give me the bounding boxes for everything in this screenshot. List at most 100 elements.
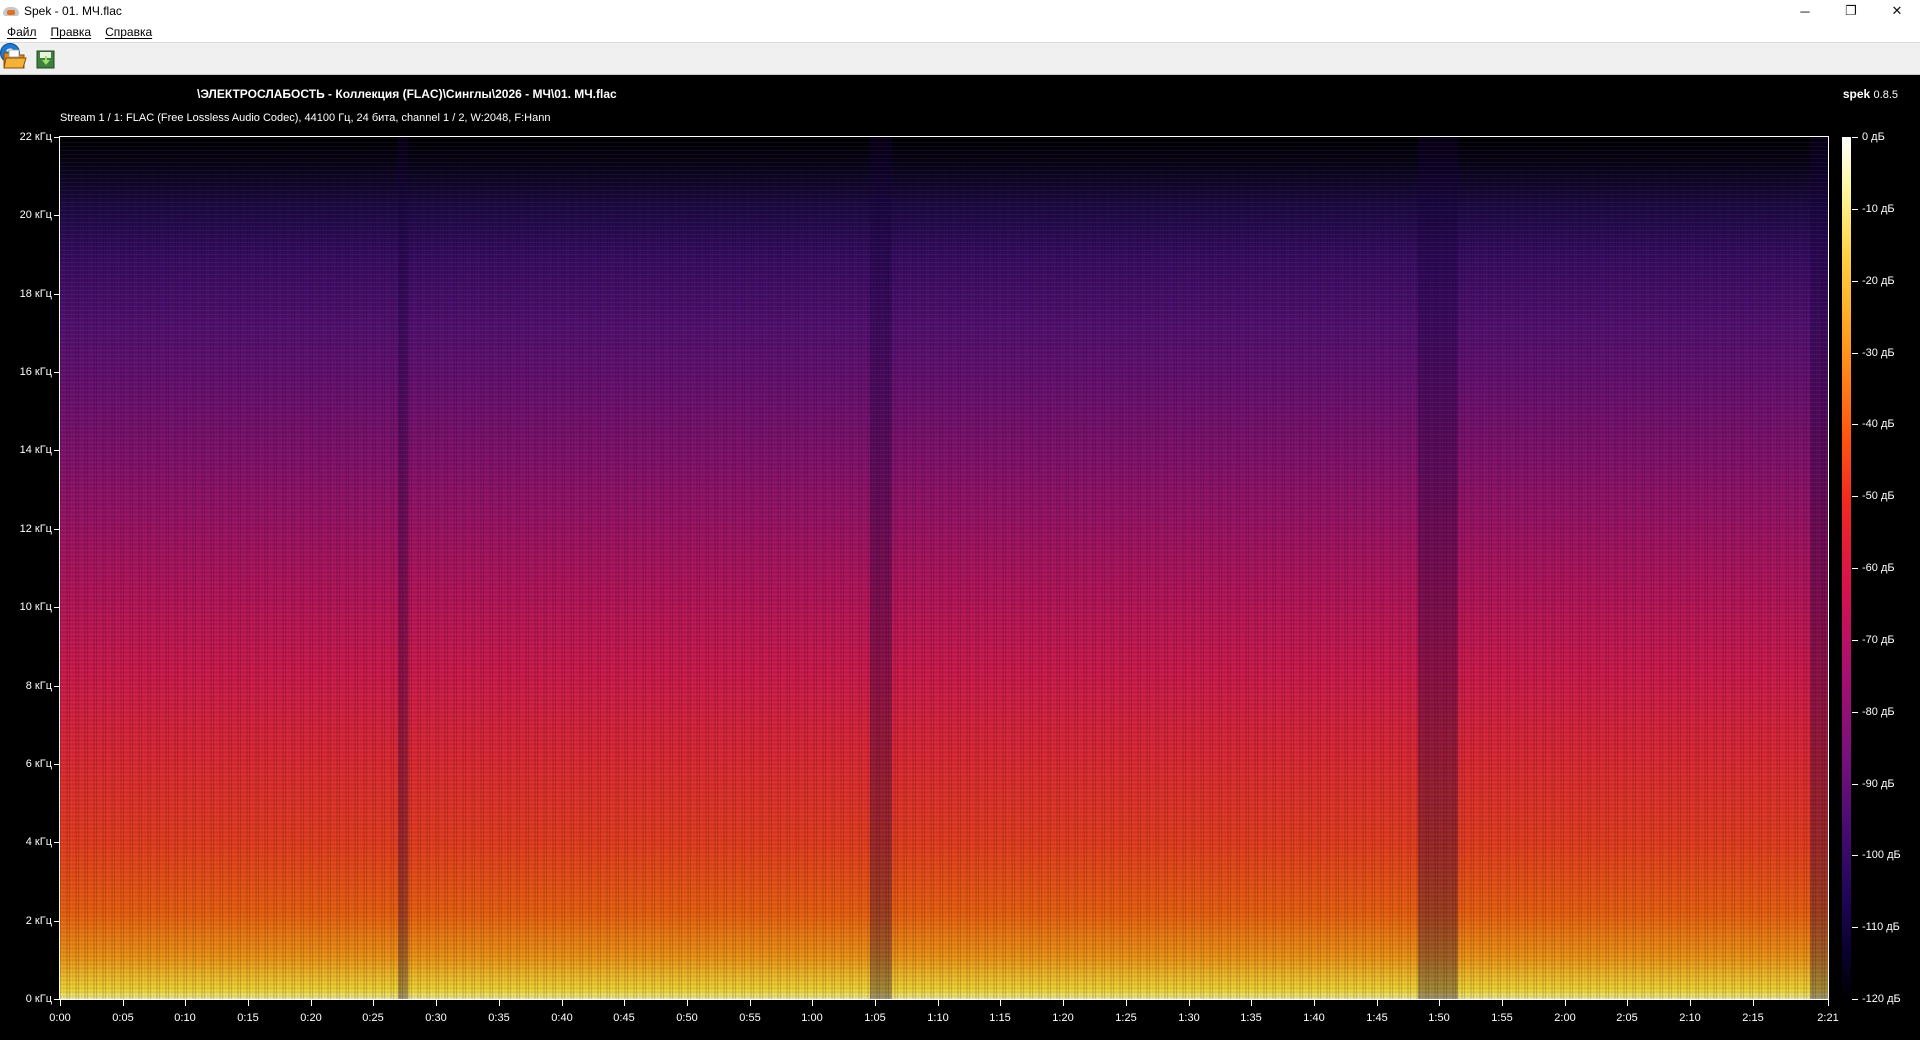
freq-tick [54,450,60,451]
time-tick [750,1000,751,1006]
db-tick [1852,784,1858,785]
close-button[interactable]: ✕ [1874,0,1920,22]
time-tick-label: 2:10 [1679,1012,1701,1024]
freq-tick [54,529,60,530]
time-tick [123,1000,124,1006]
time-tick-label: 0:35 [488,1012,510,1024]
time-tick [1690,1000,1691,1006]
time-tick [1063,1000,1064,1006]
db-tick-label: -90 дБ [1862,777,1895,790]
time-tick-label: 0:30 [425,1012,447,1024]
time-tick [499,1000,500,1006]
time-tick-label: 2:05 [1616,1012,1638,1024]
db-tick [1852,568,1858,569]
menu-file[interactable]: Файл [0,25,44,39]
time-tick [373,1000,374,1006]
db-tick-label: -120 дБ [1862,993,1901,1005]
file-path-title: \ЭЛЕКТРОСЛАБОСТЬ - Коллекция (FLAC)\Синг… [197,87,617,101]
toolbar: ? [0,42,1920,75]
db-tick-label: -30 дБ [1862,346,1895,359]
freq-tick [54,686,60,687]
freq-tick [54,137,60,138]
time-tick-label: 1:50 [1428,1012,1450,1024]
time-tick [1377,1000,1378,1006]
db-tick-label: -80 дБ [1862,705,1895,718]
time-tick [185,1000,186,1006]
open-file-button[interactable] [3,48,27,70]
time-tick-label: 2:15 [1742,1012,1764,1024]
freq-tick [54,842,60,843]
db-tick-label: 0 дБ [1862,131,1885,143]
freq-tick-label: 2 кГц [25,914,52,927]
time-tick [1753,1000,1754,1006]
freq-tick [54,764,60,765]
db-tick-label: -50 дБ [1862,490,1895,503]
db-tick [1852,281,1858,282]
db-tick [1852,927,1858,928]
time-tick-label: 2:00 [1554,1012,1576,1024]
time-tick-label: 1:35 [1240,1012,1262,1024]
freq-tick-label: 6 кГц [25,757,52,770]
time-tick [60,1000,61,1006]
save-image-button[interactable] [34,48,58,70]
freq-tick-label: 20 кГц [19,209,52,222]
freq-tick-label: 14 кГц [19,444,52,457]
db-tick [1852,353,1858,354]
time-tick [1502,1000,1503,1006]
time-tick-label: 0:15 [237,1012,259,1024]
time-tick-label: 1:20 [1052,1012,1074,1024]
time-tick [1627,1000,1628,1006]
db-tick-label: -10 дБ [1862,202,1895,215]
db-tick [1852,209,1858,210]
plot-frame [59,136,1829,1000]
time-tick-label: 0:50 [676,1012,698,1024]
menu-help[interactable]: Справка [98,25,159,39]
time-tick [875,1000,876,1006]
time-tick [1000,1000,1001,1006]
db-tick [1852,855,1858,856]
menu-bar: Файл Правка Справка [0,22,1920,42]
time-tick [1314,1000,1315,1006]
freq-tick-label: 8 кГц [25,679,52,692]
db-tick [1852,999,1858,1000]
time-tick-label: 0:10 [174,1012,196,1024]
time-tick-label: 1:00 [801,1012,823,1024]
freq-tick-label: 0 кГц [25,993,52,1005]
db-tick-label: -100 дБ [1862,849,1901,862]
menu-edit[interactable]: Правка [44,25,99,39]
db-tick-label: -20 дБ [1862,274,1895,287]
time-tick [1126,1000,1127,1006]
window-title: Spek - 01. МЧ.flac [24,4,122,18]
time-tick-label: 1:30 [1178,1012,1200,1024]
time-tick [624,1000,625,1006]
freq-tick-label: 22 кГц [19,131,52,143]
time-tick-label: 1:25 [1115,1012,1137,1024]
brand-version: 0.8.5 [1873,89,1898,101]
time-tick [1565,1000,1566,1006]
freq-tick [54,372,60,373]
time-tick [248,1000,249,1006]
maximize-button[interactable]: ❐ [1828,0,1874,22]
save-spectrogram-icon [36,50,55,69]
freq-tick [54,607,60,608]
time-tick-label: 0:05 [112,1012,134,1024]
freq-tick [54,294,60,295]
freq-tick [54,215,60,216]
db-tick-label: -40 дБ [1862,418,1895,431]
freq-tick [54,921,60,922]
time-tick [562,1000,563,1006]
time-tick [812,1000,813,1006]
freq-tick-label: 12 кГц [19,522,52,535]
time-tick-label: 1:45 [1366,1012,1388,1024]
minimize-button[interactable]: ─ [1782,0,1828,22]
window-controls: ─ ❐ ✕ [1782,0,1920,22]
db-tick [1852,496,1858,497]
db-tick [1852,712,1858,713]
db-tick-label: -110 дБ [1862,921,1900,934]
freq-tick-label: 10 кГц [19,601,52,614]
time-tick [1828,1000,1829,1006]
db-tick [1852,424,1858,425]
folder-open-icon [3,49,27,69]
time-tick [1189,1000,1190,1006]
freq-tick-label: 4 кГц [25,836,52,849]
